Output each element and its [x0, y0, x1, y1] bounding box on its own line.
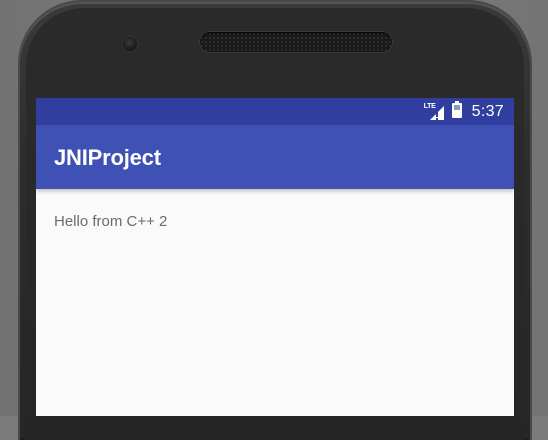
- hello-text: Hello from C++ 2: [54, 213, 168, 230]
- status-icons: LTE 5:37: [424, 98, 504, 125]
- lte-signal-icon: LTE: [424, 103, 446, 121]
- app-title: JNIProject: [54, 145, 161, 170]
- front-camera: [123, 37, 137, 51]
- device-screen: LTE 5:37 JNIProject Hello from C++ 2: [36, 98, 514, 416]
- status-time: 5:37: [471, 102, 504, 120]
- earpiece-speaker: [200, 32, 392, 52]
- app-toolbar: JNIProject: [36, 125, 514, 189]
- battery-icon: [451, 100, 462, 123]
- status-bar: LTE 5:37: [36, 98, 514, 125]
